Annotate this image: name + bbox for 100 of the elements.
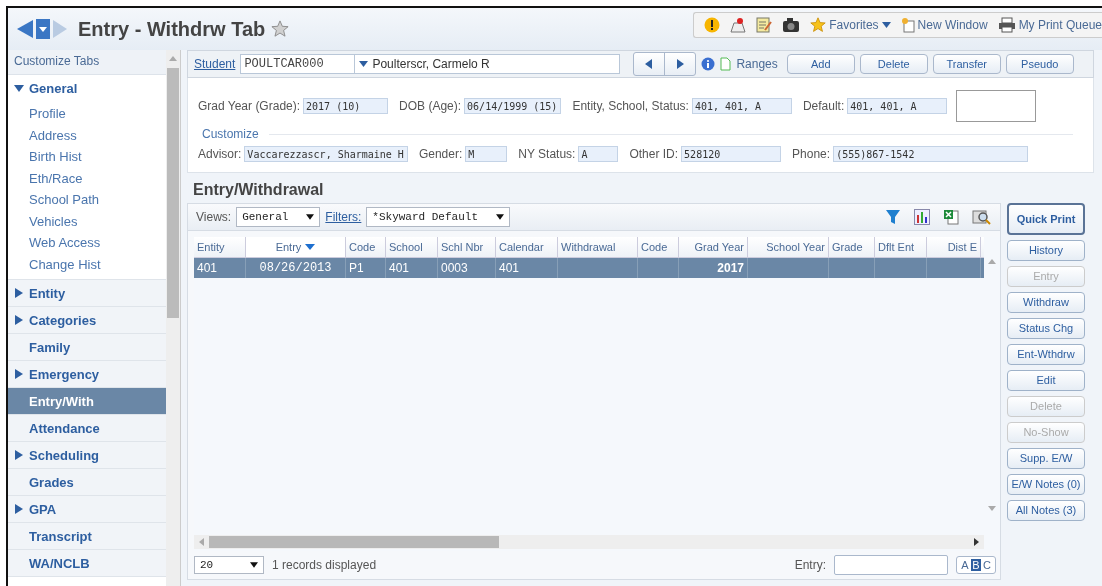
column-header[interactable]: Schl Nbr [438,237,496,257]
sidebar-subitem[interactable]: Web Access [8,232,166,254]
letter-tab[interactable]: A [960,559,970,571]
scroll-up-arrow-icon[interactable] [169,56,177,61]
dropdown-icon[interactable] [36,19,50,39]
field-label: Default: [802,99,845,113]
table-cell: 401 [197,261,218,275]
toolbar-link[interactable]: My Print Queue [997,17,1102,33]
collapsed-triangle-icon [14,450,24,460]
sidebar-tab[interactable]: Attendance [8,415,166,442]
letter-tab[interactable]: B [971,559,981,571]
expanded-triangle-icon [14,83,24,93]
star-icon[interactable] [271,20,290,38]
column-header[interactable]: Dflt Ent [875,237,927,257]
ranges-link[interactable]: Ranges [736,57,778,71]
sidebar-subitem[interactable]: Eth/Race [8,167,166,189]
student-id-field[interactable]: POULTCAR000 [240,54,356,74]
back-arrow-icon[interactable] [16,19,34,39]
customize-link[interactable]: Customize [202,127,259,141]
sidebar-tab[interactable]: Entry/With [8,388,166,415]
side-action-button[interactable]: Withdraw [1007,292,1085,313]
side-action-button[interactable]: Supp. E/W [1007,448,1085,469]
sidebar-subitem[interactable]: Vehicles [8,210,166,232]
notepad-icon[interactable] [756,17,773,33]
filters-link[interactable]: Filters: [325,210,362,224]
column-header[interactable]: Entry [246,237,346,257]
bar-chart-icon[interactable] [914,209,930,225]
caret-icon [250,562,258,568]
column-header[interactable]: Withdrawal [558,237,638,257]
table-row[interactable]: 401 08/26/2013 P1 401 0003 401 2017 [194,258,984,278]
table-cell: P1 [349,261,364,275]
caret-icon [881,22,891,28]
table-cell: 08/26/2013 [259,261,332,275]
page-size-dropdown[interactable]: 20 [194,556,264,574]
scroll-left-arrow-icon[interactable] [199,538,204,546]
column-header[interactable]: School Year [748,237,829,257]
customize-tabs-link[interactable]: Customize Tabs [8,50,166,75]
sidebar-subitem[interactable]: School Path [8,189,166,211]
letter-tab[interactable]: C [982,559,992,571]
sidebar-tab[interactable]: GPA [8,496,166,523]
sidebar-scrollbar[interactable] [166,50,180,586]
camera-icon[interactable] [782,17,801,33]
column-header[interactable]: Grad Year [679,237,748,257]
side-action-button[interactable]: Ent-Wthdrw [1007,344,1085,365]
new-window-icon [900,17,915,33]
side-action-button[interactable]: Quick Print [1007,203,1085,235]
column-header[interactable]: Dist E [927,237,981,257]
scroll-right-arrow-icon[interactable] [974,538,979,546]
column-header[interactable]: School [386,237,438,257]
sidebar-subitem[interactable]: Change Hist [8,253,166,275]
entry-input-field[interactable] [834,555,948,575]
sidebar-subitem[interactable]: Birth Hist [8,146,166,168]
map-pin-icon[interactable] [730,17,747,33]
field-label: Other ID: [629,147,679,161]
sidebar-subitem[interactable]: Address [8,124,166,146]
alert-icon[interactable] [704,17,721,33]
side-action-button[interactable]: Edit [1007,370,1085,391]
sidebar-tab[interactable]: Grades [8,469,166,496]
sidebar-subitem[interactable]: Profile [8,103,166,125]
filters-dropdown[interactable]: *Skyward Default [366,207,510,227]
collapsed-triangle-icon [14,315,24,325]
horizontal-scrollbar[interactable] [194,535,984,549]
action-button[interactable]: Delete [859,54,928,74]
sidebar-tab[interactable]: Categories [8,307,166,334]
caret-icon [306,214,315,220]
column-header[interactable]: Code [346,237,386,257]
student-name-dropdown[interactable]: Poulterscr, Carmelo R [354,54,621,74]
sidebar-tab[interactable]: Emergency [8,361,166,388]
column-header[interactable]: Calendar [496,237,558,257]
views-dropdown[interactable]: General [236,207,321,227]
collapsed-triangle-icon [14,288,24,298]
sidebar-tab[interactable]: Scheduling [8,442,166,469]
toolbar-link[interactable]: New Window [900,17,988,33]
sidebar-tab[interactable]: Family [8,334,166,361]
column-header[interactable]: Grade [829,237,875,257]
sidebar-tab[interactable]: Entity [8,280,166,307]
scroll-down-arrow-icon[interactable] [988,506,996,511]
column-header[interactable]: Code [638,237,679,257]
student-link[interactable]: Student [194,57,236,71]
side-action-button[interactable]: History [1007,240,1085,261]
sidebar-tab[interactable]: WA/NCLB [8,550,166,577]
field-value: A [578,146,619,162]
sidebar-tab[interactable]: Transcript [8,523,166,550]
scroll-up-arrow-icon[interactable] [988,259,996,264]
action-button[interactable]: Pseudo [1005,54,1074,74]
section-title: Entry/Withdrawal [193,181,325,199]
side-action-button[interactable]: Status Chg [1007,318,1085,339]
field-label: DOB (Age): [399,99,462,113]
toolbar-link[interactable]: Favorites [810,17,891,33]
spreadsheet-icon[interactable] [943,209,959,225]
print-preview-icon[interactable] [972,208,992,226]
side-action-button[interactable]: E/W Notes (0) [1007,474,1085,495]
collapsed-triangle-icon [14,369,24,379]
field-label: Advisor: [198,147,242,161]
filter-icon[interactable] [885,209,901,225]
caret-icon [359,61,369,67]
action-button[interactable]: Add [786,54,855,74]
side-action-button[interactable]: All Notes (3) [1007,500,1085,521]
info-icon[interactable] [701,57,716,71]
action-button[interactable]: Transfer [932,54,1001,74]
